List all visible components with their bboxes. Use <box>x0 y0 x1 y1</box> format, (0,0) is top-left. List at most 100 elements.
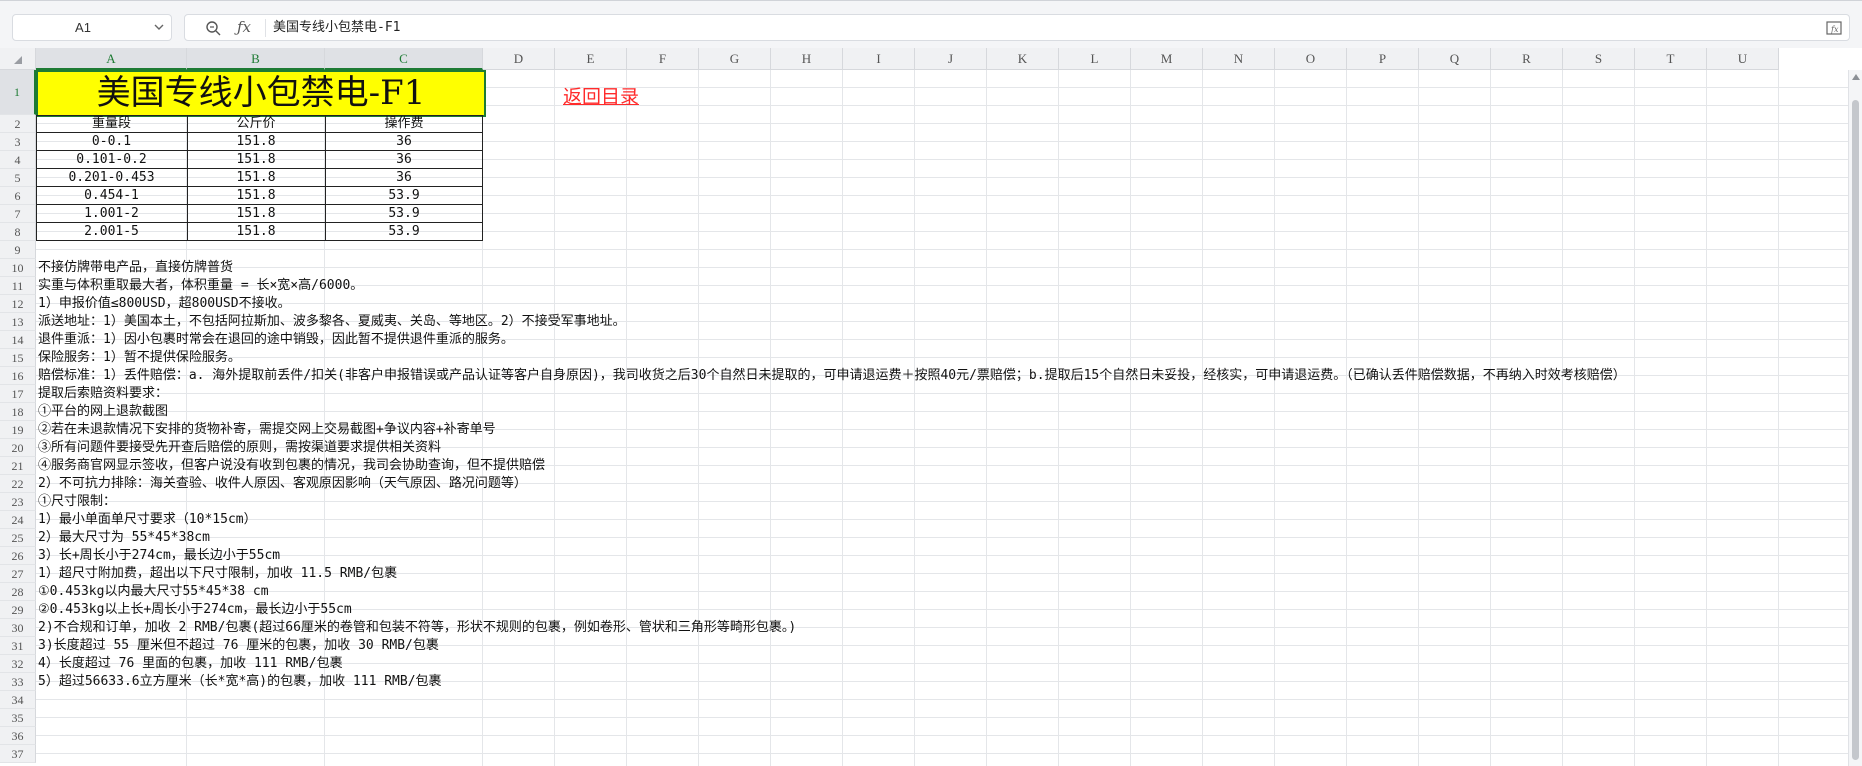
note-line[interactable]: 赔偿标准：1）丢件赔偿：a. 海外提取前丢件/扣关(非客户申报错误或产品认证等客… <box>38 367 1626 385</box>
row-header-34[interactable]: 34 <box>0 691 36 709</box>
row-header-14[interactable]: 14 <box>0 331 36 349</box>
note-line[interactable]: ①0.453kg以内最大尺寸55*45*38 cm <box>38 583 269 601</box>
row-header-2[interactable]: 2 <box>0 115 36 133</box>
note-line[interactable]: 派送地址：1）美国本土，不包括阿拉斯加、波多黎各、夏威夷、关岛、等地区。2）不接… <box>38 313 626 331</box>
column-header-k[interactable]: K <box>987 48 1059 70</box>
column-header-t[interactable]: T <box>1635 48 1707 70</box>
column-header-m[interactable]: M <box>1131 48 1203 70</box>
column-header-h[interactable]: H <box>771 48 843 70</box>
sheet-grid[interactable]: ABCDEFGHIJKLMNOPQRSTU 1 2 3 4 5 6 7 8 9 10 11 12 13 1… <box>0 48 1862 766</box>
gridline-vertical <box>1058 70 1059 766</box>
row-header-23[interactable]: 23 <box>0 493 36 511</box>
row-header-11[interactable]: 11 <box>0 277 36 295</box>
note-line[interactable]: ①尺寸限制： <box>38 493 116 511</box>
formula-divider <box>265 19 266 37</box>
row-header-20[interactable]: 20 <box>0 439 36 457</box>
row-header-8[interactable]: 8 <box>0 223 36 241</box>
row-header-7[interactable]: 7 <box>0 205 36 223</box>
column-header-u[interactable]: U <box>1707 48 1779 70</box>
column-header-j[interactable]: J <box>915 48 987 70</box>
column-header-d[interactable]: D <box>483 48 555 70</box>
row-header-3[interactable]: 3 <box>0 133 36 151</box>
row-header-29[interactable]: 29 <box>0 601 36 619</box>
row-header-26[interactable]: 26 <box>0 547 36 565</box>
note-line[interactable]: 1）超尺寸附加费，超出以下尺寸限制，加收 11.5 RMB/包裹 <box>38 565 397 583</box>
note-line[interactable]: ③所有问题件要接受先开查后赔偿的原则，需按渠道要求提供相关资料 <box>38 439 441 457</box>
note-line[interactable]: 2）最大尺寸为 55*45*38cm <box>38 529 210 547</box>
function-fx-icon[interactable]: ƒx <box>237 17 257 37</box>
row-header-32[interactable]: 32 <box>0 655 36 673</box>
row-header-28[interactable]: 28 <box>0 583 36 601</box>
row-header-31[interactable]: 31 <box>0 637 36 655</box>
row-header-36[interactable]: 36 <box>0 727 36 745</box>
note-line[interactable]: 提取后索赔资料要求： <box>38 385 168 403</box>
scrollbar-thumb[interactable] <box>1852 100 1859 760</box>
row-header-4[interactable]: 4 <box>0 151 36 169</box>
row-header-16[interactable]: 16 <box>0 367 36 385</box>
expand-formula-icon[interactable]: fx <box>1825 19 1843 37</box>
column-header-f[interactable]: F <box>627 48 699 70</box>
row-header-25[interactable]: 25 <box>0 529 36 547</box>
note-line[interactable]: ②0.453kg以上长+周长小于274cm，最长边小于55cm <box>38 601 352 619</box>
row-header-22[interactable]: 22 <box>0 475 36 493</box>
note-line[interactable]: 2)不合规和订单，加收 2 RMB/包裹(超过66厘米的卷管和包装不符等，形状不… <box>38 619 796 637</box>
column-header-p[interactable]: P <box>1347 48 1419 70</box>
column-header-g[interactable]: G <box>699 48 771 70</box>
column-header-i[interactable]: I <box>843 48 915 70</box>
select-all-corner[interactable] <box>0 48 36 70</box>
row-header-35[interactable]: 35 <box>0 709 36 727</box>
gridline-vertical <box>986 70 987 766</box>
row-header-17[interactable]: 17 <box>0 385 36 403</box>
formula-input[interactable]: ƒx 美国专线小包禁电-F1 fx <box>184 14 1850 41</box>
column-header-s[interactable]: S <box>1563 48 1635 70</box>
note-line[interactable]: 不接仿牌带电产品，直接仿牌普货 <box>38 259 233 277</box>
row-header-27[interactable]: 27 <box>0 565 36 583</box>
row-header-1[interactable]: 1 <box>0 70 36 115</box>
column-header-e[interactable]: E <box>555 48 627 70</box>
chevron-down-icon[interactable] <box>153 21 165 33</box>
note-line[interactable]: 实重与体积重取最大者，体积重量 = 长×宽×高/6000。 <box>38 277 363 295</box>
row-header-33[interactable]: 33 <box>0 673 36 691</box>
row-header-6[interactable]: 6 <box>0 187 36 205</box>
name-box[interactable]: A1 <box>12 14 172 41</box>
column-header-a[interactable]: A <box>36 48 187 70</box>
column-header-q[interactable]: Q <box>1419 48 1491 70</box>
row-header-19[interactable]: 19 <box>0 421 36 439</box>
row-header-9[interactable]: 9 <box>0 241 36 259</box>
row-header-10[interactable]: 10 <box>0 259 36 277</box>
note-line[interactable]: 5）超过56633.6立方厘米（长*宽*高)的包裹，加收 111 RMB/包裹 <box>38 673 442 691</box>
row-header-30[interactable]: 30 <box>0 619 36 637</box>
note-line[interactable]: 保险服务：1）暂不提供保险服务。 <box>38 349 241 367</box>
back-to-index-link[interactable]: 返回目录 <box>563 82 639 109</box>
note-line[interactable]: ④服务商官网显示签收，但客户说没有收到包裹的情况，我司会协助查询，但不提供赔偿 <box>38 457 545 475</box>
column-header-o[interactable]: O <box>1275 48 1347 70</box>
note-line[interactable]: 3）长+周长小于274cm，最长边小于55cm <box>38 547 280 565</box>
column-header-c[interactable]: C <box>325 48 483 70</box>
row-header-15[interactable]: 15 <box>0 349 36 367</box>
note-line[interactable]: ②若在未退款情况下安排的货物补寄，需提交网上交易截图+争议内容+补寄单号 <box>38 421 496 439</box>
gridline-vertical <box>1562 70 1563 766</box>
row-header-5[interactable]: 5 <box>0 169 36 187</box>
row-header-24[interactable]: 24 <box>0 511 36 529</box>
note-line[interactable]: 1）最小单面单尺寸要求（10*15cm） <box>38 511 257 529</box>
note-line[interactable]: 1）申报价值≤800USD，超800USD不接收。 <box>38 295 291 313</box>
title-cell-a1[interactable]: 美国专线小包禁电-F1 <box>36 70 486 117</box>
row-header-12[interactable]: 12 <box>0 295 36 313</box>
row-header-21[interactable]: 21 <box>0 457 36 475</box>
zoom-search-icon[interactable] <box>205 20 221 36</box>
column-header-l[interactable]: L <box>1059 48 1131 70</box>
note-line[interactable]: 2）不可抗力排除：海关查验、收件人原因、客观原因影响（天气原因、路况问题等） <box>38 475 527 493</box>
row-header-37[interactable]: 37 <box>0 745 36 763</box>
note-line[interactable]: 退件重派：1）因小包裹时常会在退回的途中销毁，因此暂不提供退件重派的服务。 <box>38 331 514 349</box>
row-header-18[interactable]: 18 <box>0 403 36 421</box>
row-header-13[interactable]: 13 <box>0 313 36 331</box>
note-line[interactable]: ①平台的网上退款截图 <box>38 403 168 421</box>
vertical-scrollbar[interactable] <box>1848 70 1862 766</box>
column-header-r[interactable]: R <box>1491 48 1563 70</box>
note-line[interactable]: 3)长度超过 55 厘米但不超过 76 厘米的包裹，加收 30 RMB/包裹 <box>38 637 439 655</box>
formula-content[interactable]: 美国专线小包禁电-F1 <box>273 15 400 40</box>
scroll-up-icon[interactable] <box>1852 74 1860 80</box>
column-header-b[interactable]: B <box>187 48 325 70</box>
note-line[interactable]: 4）长度超过 76 里面的包裹，加收 111 RMB/包裹 <box>38 655 343 673</box>
column-header-n[interactable]: N <box>1203 48 1275 70</box>
